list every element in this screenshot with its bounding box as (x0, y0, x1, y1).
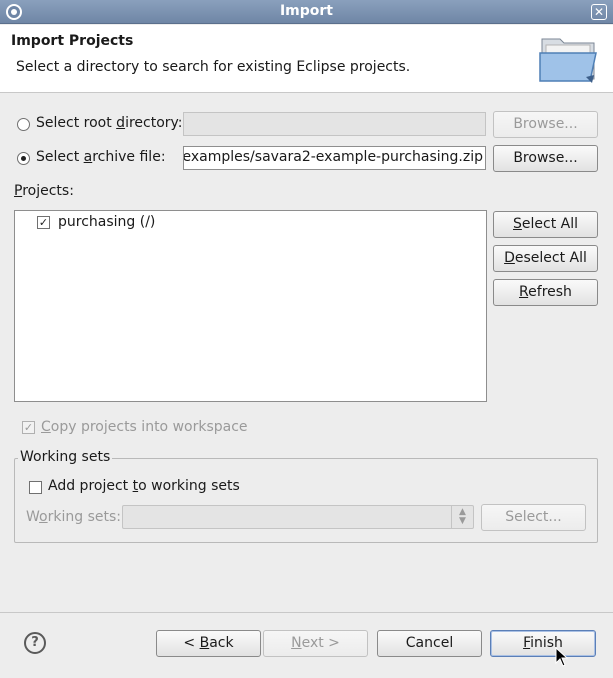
footer-separator (0, 612, 613, 613)
combo-updown-icon: ▲ ▼ (451, 506, 473, 528)
add-to-working-sets-label: Add project to working sets (48, 478, 240, 494)
help-icon[interactable]: ? (24, 632, 46, 654)
cancel-button[interactable]: Cancel (377, 630, 482, 657)
next-button[interactable]: Next > (263, 630, 368, 657)
page-title: Import Projects (11, 33, 134, 49)
browse-archive-button[interactable]: Browse... (493, 145, 598, 172)
open-folder-icon (539, 38, 597, 83)
mouse-cursor-icon (555, 647, 569, 667)
working-sets-combo[interactable]: ▲ ▼ (122, 505, 474, 529)
projects-label: Projects: (14, 183, 74, 199)
archive-file-input[interactable]: a/examples/savara2-example-purchasing.zi… (183, 146, 486, 170)
refresh-button[interactable]: Refresh (493, 279, 598, 306)
root-directory-radio[interactable] (17, 118, 30, 131)
root-directory-label: Select root directory: (36, 115, 183, 131)
archive-file-radio[interactable] (17, 152, 30, 165)
browse-root-button[interactable]: Browse... (493, 111, 598, 138)
page-description: Select a directory to search for existin… (16, 59, 411, 75)
window-title: Import (279, 3, 334, 19)
projects-list[interactable]: ✓ purchasing (/) (14, 210, 487, 402)
project-checkbox[interactable]: ✓ (37, 216, 50, 229)
working-sets-label: Working sets: (26, 509, 121, 525)
copy-projects-checkbox[interactable]: ✓ (22, 421, 35, 434)
working-sets-group-title: Working sets (18, 449, 113, 465)
back-button[interactable]: < Back (156, 630, 261, 657)
root-directory-input[interactable] (183, 112, 486, 136)
select-working-sets-button[interactable]: Select... (481, 504, 586, 531)
deselect-all-button[interactable]: Deselect All (493, 245, 598, 272)
add-to-working-sets-checkbox[interactable] (29, 481, 42, 494)
wizard-header: Import Projects Select a directory to se… (0, 25, 613, 93)
window-titlebar: Import ✕ (0, 0, 613, 24)
list-item[interactable]: purchasing (/) (58, 214, 155, 230)
archive-file-label: Select archive file: (36, 149, 166, 165)
close-icon[interactable]: ✕ (591, 4, 607, 20)
finish-button[interactable]: Finish (490, 630, 596, 657)
select-all-button[interactable]: Select All (493, 211, 598, 238)
copy-projects-label: Copy projects into workspace (41, 419, 248, 435)
